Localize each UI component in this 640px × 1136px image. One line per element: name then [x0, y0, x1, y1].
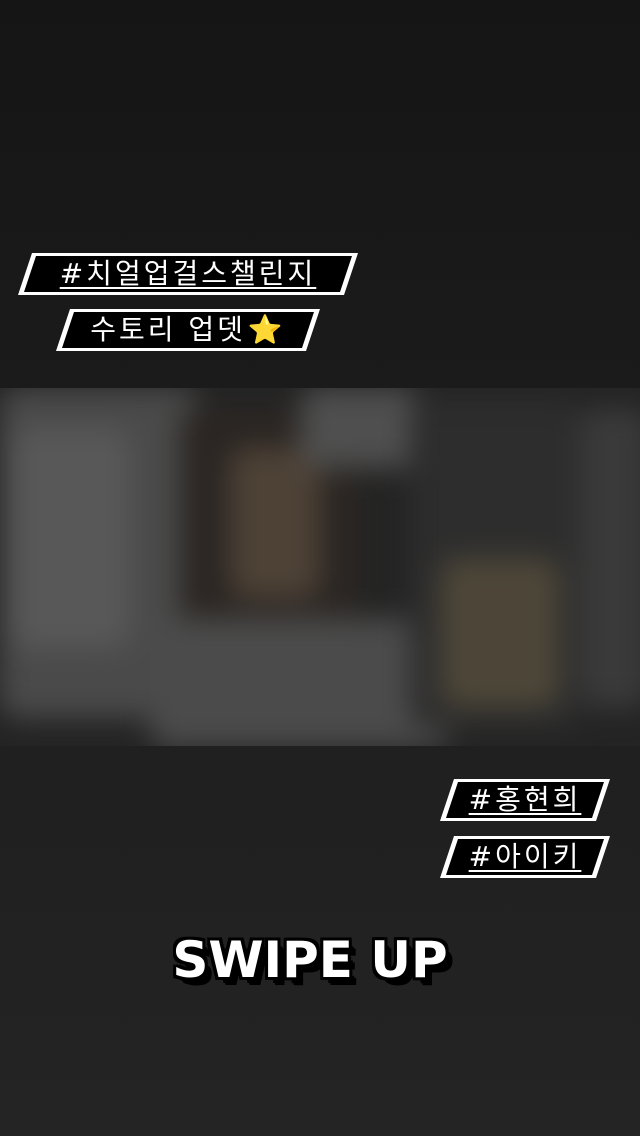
hashtag-sticker-hong-hyunhee[interactable]: #홍현희: [440, 779, 610, 821]
hashtag-text: #아이키: [468, 840, 582, 873]
video-content: [0, 388, 640, 746]
caption-label: 수토리 업뎃: [90, 313, 246, 346]
hashtag-sticker-aiki[interactable]: #아이키: [440, 836, 610, 878]
story-screen: #치얼업걸스챌린지 수토리 업뎃⭐ #홍현희 #아이키 SWIPE UP: [0, 0, 640, 1136]
swipe-up-button[interactable]: SWIPE UP: [120, 925, 500, 995]
hashtag-text: #치얼업걸스챌린지: [59, 257, 317, 290]
hashtag-sticker-challenge[interactable]: #치얼업걸스챌린지: [18, 253, 358, 295]
blurred-video-frame[interactable]: [0, 388, 640, 746]
star-emoji-icon: ⭐: [247, 313, 286, 346]
hashtag-text: #홍현희: [468, 783, 582, 816]
caption-text: 수토리 업뎃⭐: [56, 309, 320, 351]
caption-sticker-update: 수토리 업뎃⭐: [56, 309, 320, 351]
